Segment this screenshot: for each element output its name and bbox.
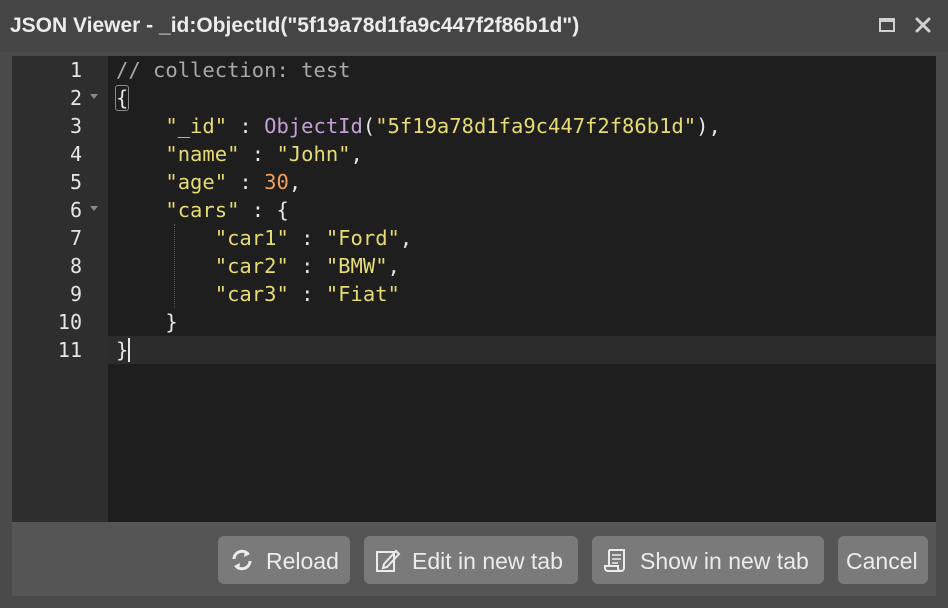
fold-arrow-icon[interactable] <box>90 94 98 99</box>
show-in-new-tab-label: Show in new tab <box>640 548 809 574</box>
line-number: 8 <box>69 254 82 278</box>
line-number: 10 <box>57 310 82 334</box>
json-key: "car1" <box>214 226 289 250</box>
comment-text: // collection: test <box>116 58 351 82</box>
edit-in-new-tab-button[interactable]: Edit in new tab <box>364 536 578 584</box>
json-value: "BMW" <box>325 254 388 278</box>
text-cursor <box>128 338 131 362</box>
close-brace: } <box>116 338 129 362</box>
fold-arrow-icon[interactable] <box>90 206 98 211</box>
line-number: 9 <box>69 282 82 306</box>
line-number: 6 <box>69 198 82 222</box>
window-title: JSON Viewer - _id:ObjectId("5f19a78d1fa9… <box>10 14 580 37</box>
edit-icon <box>376 549 401 572</box>
indent-guide <box>174 224 175 308</box>
json-value: "John" <box>276 142 351 166</box>
json-number-value: 30 <box>264 170 289 194</box>
json-value: "Ford" <box>325 226 400 250</box>
json-value: "5f19a78d1fa9c447f2f86b1d" <box>375 114 697 138</box>
code-line: 3 "_id" : ObjectId("5f19a78d1fa9c447f2f8… <box>12 112 936 140</box>
code-line: 10 } <box>12 308 936 336</box>
line-number: 4 <box>69 142 82 166</box>
close-icon[interactable] <box>912 14 934 36</box>
json-key: "name" <box>165 142 240 166</box>
json-value: "Fiat" <box>325 282 400 306</box>
reload-button[interactable]: Reload <box>218 536 350 584</box>
maximize-icon[interactable] <box>876 14 898 36</box>
dialog-footer: Reload Edit in new tab Show in new tab C… <box>12 522 936 596</box>
object-id-function: ObjectId <box>264 114 363 138</box>
code-editor[interactable]: 1 // collection: test 2 { 3 "_id" : Obje… <box>12 56 936 522</box>
line-number: 5 <box>69 170 82 194</box>
json-key: "cars" <box>165 198 240 222</box>
code-line: 1 // collection: test <box>12 56 936 84</box>
code-line: 9 "car3" : "Fiat" <box>12 280 936 308</box>
line-number: 11 <box>57 338 82 362</box>
title-bar[interactable]: JSON Viewer - _id:ObjectId("5f19a78d1fa9… <box>0 0 948 52</box>
show-in-new-tab-button[interactable]: Show in new tab <box>592 536 824 584</box>
json-key: "_id" <box>165 114 228 138</box>
line-number: 3 <box>69 114 82 138</box>
json-viewer-dialog: JSON Viewer - _id:ObjectId("5f19a78d1fa9… <box>0 0 948 608</box>
code-line: 2 { <box>12 84 936 112</box>
code-line: 5 "age" : 30, <box>12 168 936 196</box>
cancel-button[interactable]: Cancel <box>838 536 928 584</box>
cancel-label: Cancel <box>846 548 918 574</box>
close-brace: } <box>165 310 178 334</box>
json-key: "age" <box>165 170 228 194</box>
open-brace: { <box>114 85 130 111</box>
code-line: 8 "car2" : "BMW", <box>12 252 936 280</box>
line-number: 7 <box>69 226 82 250</box>
code-line: 6 "cars" : { <box>12 196 936 224</box>
line-number: 2 <box>69 86 82 110</box>
code-line-active: 11 } <box>12 336 936 364</box>
scroll-document-icon <box>604 549 625 572</box>
line-number: 1 <box>69 58 82 82</box>
code-line: 7 "car1" : "Ford", <box>12 224 936 252</box>
reload-icon <box>232 549 252 571</box>
code-line: 4 "name" : "John", <box>12 140 936 168</box>
edit-in-new-tab-label: Edit in new tab <box>412 548 563 574</box>
json-key: "car2" <box>214 254 289 278</box>
reload-label: Reload <box>266 548 339 574</box>
json-key: "car3" <box>214 282 289 306</box>
